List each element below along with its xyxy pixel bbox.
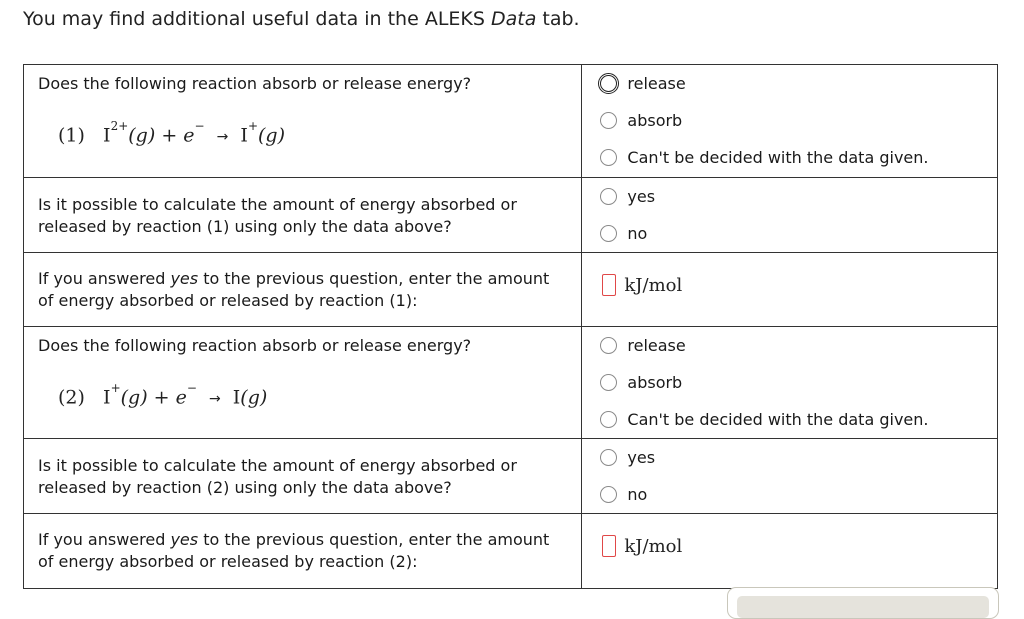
option-release[interactable]: release: [582, 65, 997, 102]
question-text: If you answered yes to the previous ques…: [38, 530, 550, 571]
question-text: Is it possible to calculate the amount o…: [38, 195, 517, 236]
unit-label: kJ/mol: [624, 274, 683, 296]
question-text: Does the following reaction absorb or re…: [38, 74, 472, 93]
panel-bar: [737, 596, 989, 618]
instructions-text: You may find additional useful data in t…: [23, 8, 580, 30]
radio-button[interactable]: [600, 374, 618, 391]
question-text: If you answered yes to the previous ques…: [38, 269, 550, 310]
option-yes[interactable]: yes: [582, 178, 997, 215]
energy-input-reaction-2[interactable]: [602, 535, 617, 557]
radio-button[interactable]: [600, 486, 618, 503]
question-row-reaction-2: Does the following reaction absorb or re…: [22, 326, 998, 439]
option-no[interactable]: no: [582, 476, 997, 513]
option-release[interactable]: release: [582, 327, 997, 364]
radio-button[interactable]: [600, 337, 618, 354]
question-row-reaction-1: Does the following reaction absorb or re…: [22, 64, 998, 178]
radio-button[interactable]: [600, 411, 618, 428]
unit-label: kJ/mol: [624, 535, 683, 557]
question-row-energy-1: If you answered yes to the previous ques…: [22, 252, 998, 327]
reaction-1-equation: (1) I2+(g) + e− → I+(g): [58, 119, 285, 147]
question-text: Is it possible to calculate the amount o…: [38, 456, 517, 497]
option-cant-decide[interactable]: Can't be decided with the data given.: [582, 401, 997, 438]
question-row-calculable-1: Is it possible to calculate the amount o…: [22, 177, 998, 253]
arrow-icon: →: [209, 391, 221, 408]
bottom-panel-edge: [727, 587, 999, 619]
arrow-icon: →: [216, 129, 229, 146]
energy-input-reaction-1[interactable]: [602, 274, 617, 296]
radio-button[interactable]: [600, 112, 618, 129]
question-row-energy-2: If you answered yes to the previous ques…: [22, 513, 998, 589]
question-text: Does the following reaction absorb or re…: [38, 336, 472, 355]
answer-options-calculable-1: yes no: [581, 177, 998, 253]
answer-options-calculable-2: yes no: [581, 438, 998, 514]
radio-button[interactable]: [600, 449, 618, 466]
radio-button[interactable]: [600, 188, 618, 205]
radio-button[interactable]: [600, 225, 618, 242]
option-absorb[interactable]: absorb: [582, 102, 997, 139]
option-no[interactable]: no: [582, 215, 997, 252]
reaction-2-equation: (2) I+(g) + e− → I(g): [58, 381, 268, 409]
radio-button[interactable]: [598, 73, 620, 94]
option-absorb[interactable]: absorb: [582, 364, 997, 401]
data-tab-reference: Data: [490, 8, 537, 30]
question-row-calculable-2: Is it possible to calculate the amount o…: [22, 438, 998, 514]
answer-options-reaction-2: release absorb Can't be decided with the…: [581, 326, 998, 439]
option-yes[interactable]: yes: [582, 439, 997, 476]
question-table: Does the following reaction absorb or re…: [22, 64, 998, 589]
answer-options-reaction-1: release absorb Can't be decided with the…: [581, 64, 998, 178]
radio-button[interactable]: [600, 149, 618, 166]
option-cant-decide[interactable]: Can't be decided with the data given.: [582, 139, 997, 176]
